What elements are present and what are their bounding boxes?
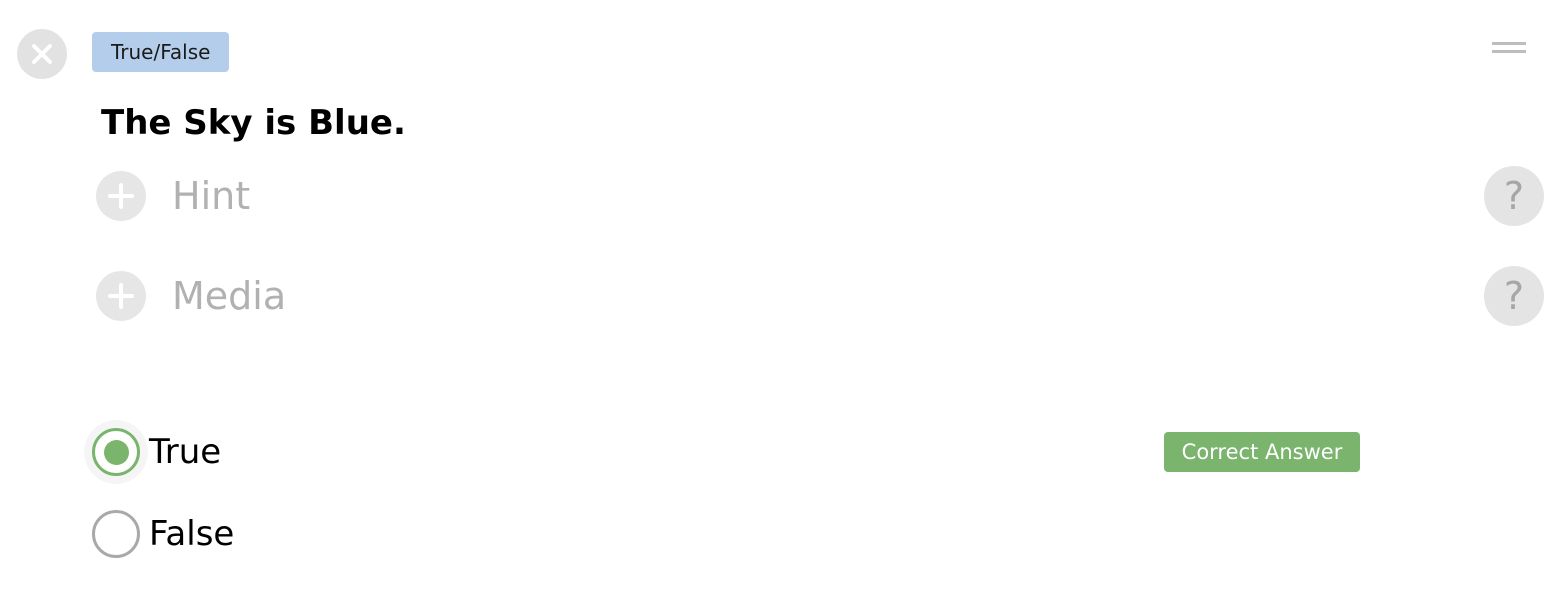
question-text[interactable]: The Sky is Blue. [101,100,406,146]
radio-false[interactable] [92,510,140,558]
media-label[interactable]: Media [172,271,286,321]
plus-icon [108,183,134,209]
media-help-button[interactable]: ? [1484,266,1544,326]
question-mark-icon: ? [1503,274,1525,318]
hint-label[interactable]: Hint [172,171,250,221]
plus-icon [108,283,134,309]
drag-handle-icon[interactable] [1492,42,1526,56]
question-type-badge: True/False [92,32,230,72]
drag-handle-bar [1492,50,1526,53]
question-mark-icon: ? [1503,174,1525,218]
radio-selected-dot [103,439,129,465]
option-true-label[interactable]: True [149,428,221,476]
option-false-label[interactable]: False [149,510,234,558]
drag-handle-bar [1492,42,1526,45]
add-media-button[interactable] [96,271,146,321]
add-hint-button[interactable] [96,171,146,221]
radio-true[interactable] [92,428,140,476]
correct-answer-badge: Correct Answer [1164,432,1360,472]
remove-question-button[interactable] [17,29,67,79]
hint-help-button[interactable]: ? [1484,166,1544,226]
close-icon [32,44,52,64]
